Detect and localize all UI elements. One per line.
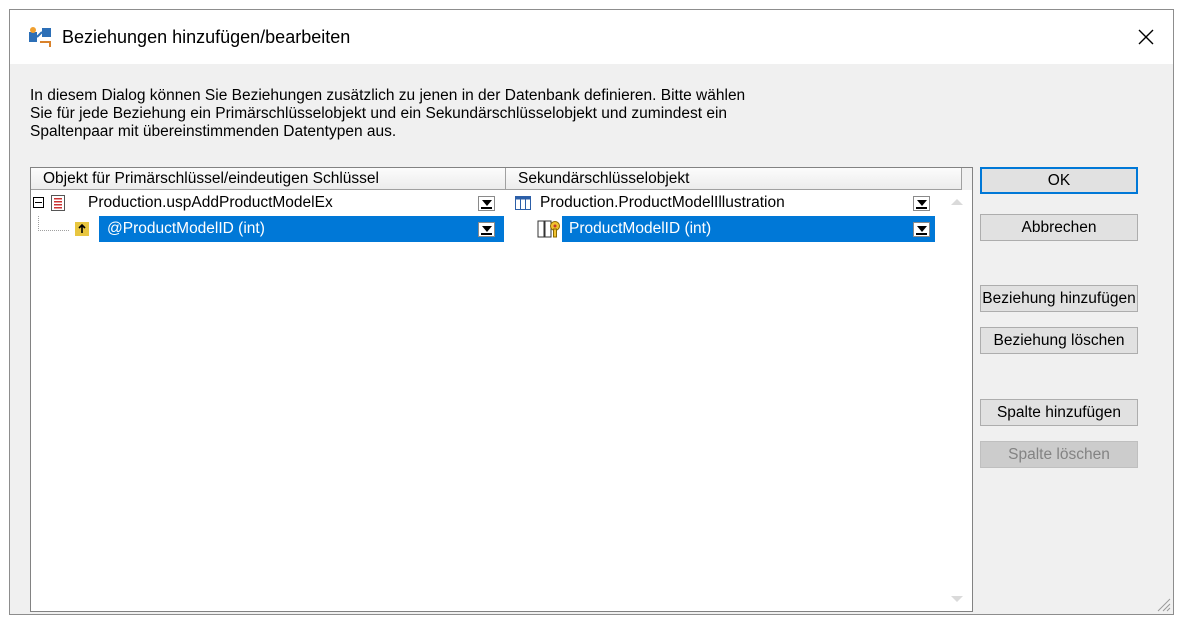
primary-object-dropdown[interactable] <box>478 196 495 211</box>
grid-header: Objekt für Primärschlüssel/eindeutigen S… <box>31 168 972 190</box>
dialog-title: Beziehungen hinzufügen/bearbeiten <box>62 27 351 47</box>
column-header-secondary[interactable]: Sekundärschlüsselobjekt <box>506 168 962 190</box>
primary-column-value[interactable]: @ProductModelID (int) <box>107 216 265 242</box>
relation-row[interactable]: Production.uspAddProductModelEx Producti… <box>31 190 942 216</box>
add-column-button[interactable]: Spalte hinzufügen <box>980 399 1138 426</box>
secondary-object-dropdown[interactable] <box>913 196 930 211</box>
title-bar: Beziehungen hinzufügen/bearbeiten <box>10 10 1173 64</box>
tree-connector <box>38 216 69 231</box>
parameter-icon <box>75 222 89 236</box>
add-relation-button[interactable]: Beziehung hinzufügen <box>980 285 1138 312</box>
delete-column-button: Spalte löschen <box>980 441 1138 468</box>
cancel-button[interactable]: Abbrechen <box>980 214 1138 241</box>
close-icon <box>1138 29 1154 45</box>
primary-object-value[interactable]: Production.uspAddProductModelEx <box>88 190 333 216</box>
secondary-column-dropdown[interactable] <box>913 222 930 237</box>
relations-icon <box>29 27 51 47</box>
dialog-window: Beziehungen hinzufügen/bearbeiten In die… <box>9 9 1174 615</box>
collapse-toggle[interactable] <box>33 197 44 208</box>
vertical-scrollbar[interactable] <box>942 190 972 611</box>
secondary-object-value[interactable]: Production.ProductModelIllustration <box>540 190 785 216</box>
column-header-primary[interactable]: Objekt für Primärschlüssel/eindeutigen S… <box>31 168 506 190</box>
scroll-down-icon[interactable] <box>950 595 964 603</box>
relations-grid[interactable]: Objekt für Primärschlüssel/eindeutigen S… <box>30 167 973 612</box>
stored-procedure-icon <box>51 195 65 211</box>
primary-column-dropdown[interactable] <box>478 222 495 237</box>
dialog-description: In diesem Dialog können Sie Beziehungen … <box>30 87 746 140</box>
ok-button[interactable]: OK <box>980 167 1138 194</box>
secondary-column-value[interactable]: ProductModelID (int) <box>569 216 711 242</box>
resize-grip-icon[interactable] <box>1155 596 1171 612</box>
delete-relation-button[interactable]: Beziehung löschen <box>980 327 1138 354</box>
column-pair-row[interactable]: @ProductModelID (int) ProductModelID (in… <box>31 216 942 242</box>
key-column-icon <box>537 220 560 238</box>
table-icon <box>515 196 531 210</box>
scroll-up-icon[interactable] <box>950 198 964 206</box>
close-button[interactable] <box>1119 10 1173 64</box>
